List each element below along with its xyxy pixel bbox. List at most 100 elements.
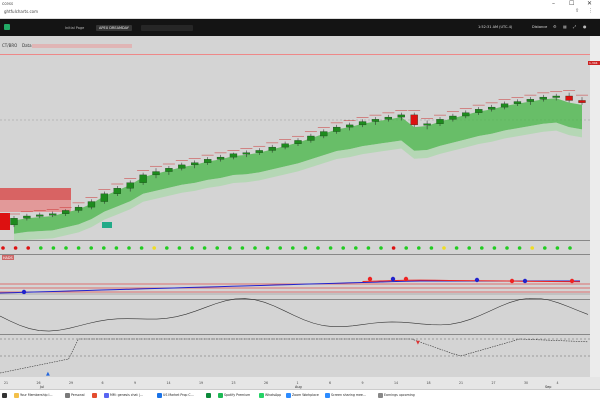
taskbar-item[interactable]	[2, 392, 8, 399]
user-icon[interactable]: ●	[583, 24, 587, 29]
hads-marker	[509, 278, 515, 284]
app-clock: 1:52:31 AM (UTC-4)	[478, 25, 513, 29]
candle-body	[100, 193, 109, 202]
taskbar-item[interactable]: WhatsApp	[259, 392, 281, 399]
chart-svg[interactable]: CT/BRO Data HADS ▲ ▼ 1,304	[0, 36, 600, 377]
maximize-icon[interactable]: ☐	[569, 0, 574, 7]
taskbar-item[interactable]: Personal	[65, 392, 85, 399]
url-text[interactable]: ghtfulcharts.com	[4, 9, 38, 14]
signal-dot	[391, 246, 396, 250]
signal-dot	[51, 246, 56, 250]
taskbar-item[interactable]: MM: genesis chat |...	[104, 392, 143, 399]
candle-body	[229, 153, 238, 158]
down-arrow-marker: ▼	[416, 340, 420, 346]
last-price-value: 1,304	[589, 61, 598, 65]
app-icon	[325, 392, 330, 398]
signal-dot	[1, 246, 5, 250]
hads-marker	[522, 278, 528, 284]
candle-body	[513, 101, 522, 104]
taskbar-item[interactable]	[92, 392, 98, 399]
candle-body	[449, 115, 457, 120]
time-tick-label: 14	[167, 381, 171, 385]
taskbar-item-label: Your Membership I...	[20, 393, 53, 397]
app-icon	[259, 392, 264, 398]
tab-apex-dreamday[interactable]: APEX DREAMDAY	[96, 25, 132, 31]
signal-dot	[341, 246, 346, 250]
signal-dot	[568, 246, 572, 250]
candle-body	[565, 95, 573, 101]
candle-body	[10, 218, 18, 226]
candle-body	[552, 95, 560, 98]
candle-body	[165, 168, 173, 172]
signal-dot	[404, 246, 409, 250]
candle-body	[294, 140, 302, 144]
candle-body	[36, 214, 44, 217]
candle-body	[539, 96, 547, 100]
signal-dot	[480, 246, 484, 250]
candle-body	[320, 131, 328, 137]
signal-dot	[253, 246, 257, 250]
legend-values-strip	[32, 44, 132, 48]
signal-dot	[366, 246, 371, 250]
time-tick-label: 27	[492, 381, 496, 385]
app-icon	[65, 392, 70, 398]
taskbar-item-label: Zoom Workplace	[292, 393, 319, 397]
signal-dot	[102, 246, 106, 250]
candle-body	[49, 213, 57, 216]
time-tick-label: 21	[459, 381, 463, 385]
app-icon	[14, 392, 19, 398]
signal-dot	[530, 246, 534, 250]
minimize-icon[interactable]: –	[552, 0, 555, 7]
taskbar-item[interactable]: Earnings upcoming	[378, 392, 415, 399]
candle-body	[462, 112, 470, 117]
candle-body	[178, 164, 186, 169]
browser-tabstrip: ccess – ☐ ✕	[0, 0, 600, 7]
share-icon[interactable]: ⇪	[575, 8, 579, 14]
taskbar-item[interactable]: Zoom Workplace	[286, 392, 319, 399]
signal-dot	[429, 246, 434, 250]
taskbar-item[interactable]: Spotify Premium	[218, 392, 250, 399]
pane-divider-3	[0, 299, 600, 300]
candle-body	[255, 150, 263, 153]
close-icon[interactable]: ✕	[587, 0, 592, 7]
layout-icon[interactable]: ▦	[563, 24, 567, 29]
time-tick-label: 6	[329, 381, 331, 385]
signal-dot	[202, 246, 207, 250]
address-bar[interactable]: ghtfulcharts.com ⇪ ⋮	[0, 7, 600, 19]
hads-marker	[569, 278, 575, 284]
chart-panel[interactable]: CT/BRO Data HADS ▲ ▼ 1,304	[0, 36, 600, 377]
taskbar-item[interactable]	[206, 392, 212, 399]
taskbar-item[interactable]: Your Membership I...	[14, 392, 53, 399]
settings-icon[interactable]: ⚙	[553, 24, 557, 29]
fullscreen-icon[interactable]: ⤢	[573, 24, 576, 29]
tab-blank-1[interactable]	[141, 25, 169, 31]
signal-dot	[127, 246, 131, 250]
buy-label-badge	[102, 222, 112, 228]
signal-dot	[215, 246, 219, 250]
browser-tab-title[interactable]: ccess	[2, 1, 13, 6]
legend-label: Data	[22, 43, 32, 48]
signal-dot	[303, 246, 308, 250]
signal-dot	[13, 246, 18, 250]
menu-icon[interactable]: ⋮	[588, 8, 593, 14]
signal-dot	[316, 246, 320, 250]
candle-body	[242, 152, 251, 155]
tab-initial-page[interactable]: Initial Page	[62, 25, 87, 31]
taskbar-item[interactable]: US Market Prop C...	[157, 392, 194, 399]
os-taskbar: Your Membership I... Personal MM: genesis …	[0, 389, 600, 401]
price-scale[interactable]	[590, 36, 600, 377]
signal-dot	[26, 246, 31, 250]
candle-body	[358, 121, 367, 126]
candle-body	[216, 156, 225, 160]
signal-dot	[467, 246, 472, 250]
tab-blank-2[interactable]	[167, 25, 193, 31]
time-axis[interactable]: 21 26 29 6 9 14 19 23 26 1 6 9 14 18 21 27 30 4 Jul Aug Sep	[0, 377, 600, 389]
candle-body	[203, 159, 212, 163]
top-band-line	[0, 54, 590, 55]
candle-body	[526, 99, 535, 102]
app-icon	[286, 392, 291, 398]
candle-body	[113, 188, 121, 194]
taskbar-item[interactable]: Screen sharing mee...	[325, 392, 366, 399]
time-tick-label: 26	[264, 381, 268, 385]
candle-body	[578, 100, 586, 103]
